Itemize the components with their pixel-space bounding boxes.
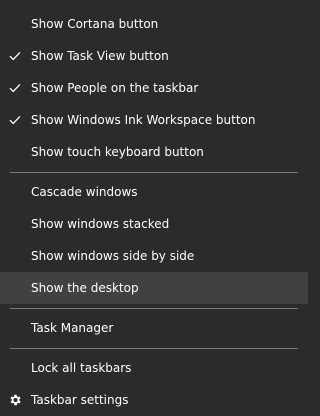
menu-separator <box>10 172 298 173</box>
menu-item-label: Show Task View button <box>31 49 169 63</box>
menu-item-show-touch-keyboard-button[interactable]: Show touch keyboard button <box>0 136 308 168</box>
menu-item-label: Cascade windows <box>31 185 138 199</box>
menu-item-label: Show the desktop <box>31 281 139 295</box>
menu-item-show-windows-side-by-side[interactable]: Show windows side by side <box>0 240 308 272</box>
menu-item-label: Taskbar settings <box>31 393 129 407</box>
menu-item-label: Task Manager <box>31 321 114 335</box>
menu-item-lock-all-taskbars[interactable]: Lock all taskbars <box>0 352 308 384</box>
menu-item-task-manager[interactable]: Task Manager <box>0 312 308 344</box>
menu-item-cascade-windows[interactable]: Cascade windows <box>0 176 308 208</box>
checkmark-icon <box>8 72 22 104</box>
gear-icon <box>6 384 24 416</box>
menu-item-label: Show Cortana button <box>31 17 159 31</box>
menu-item-label: Show People on the taskbar <box>31 81 199 95</box>
menu-item-show-windows-stacked[interactable]: Show windows stacked <box>0 208 308 240</box>
menu-separator <box>10 348 298 349</box>
menu-item-show-task-view-button[interactable]: Show Task View button <box>0 40 308 72</box>
menu-item-show-the-desktop[interactable]: Show the desktop <box>0 272 308 304</box>
checkmark-icon <box>8 40 22 72</box>
menu-item-show-windows-ink-workspace-button[interactable]: Show Windows Ink Workspace button <box>0 104 308 136</box>
menu-item-label: Show windows side by side <box>31 249 195 263</box>
menu-item-label: Show windows stacked <box>31 217 170 231</box>
menu-separator <box>10 308 298 309</box>
taskbar-context-menu: Show Cortana button Show Task View butto… <box>0 0 308 416</box>
menu-item-taskbar-settings[interactable]: Taskbar settings <box>0 384 308 416</box>
checkmark-icon <box>8 104 22 136</box>
menu-item-label: Lock all taskbars <box>31 361 132 375</box>
menu-item-label: Show Windows Ink Workspace button <box>31 113 256 127</box>
menu-item-show-cortana-button[interactable]: Show Cortana button <box>0 8 308 40</box>
menu-item-show-people-on-taskbar[interactable]: Show People on the taskbar <box>0 72 308 104</box>
menu-item-label: Show touch keyboard button <box>31 145 204 159</box>
